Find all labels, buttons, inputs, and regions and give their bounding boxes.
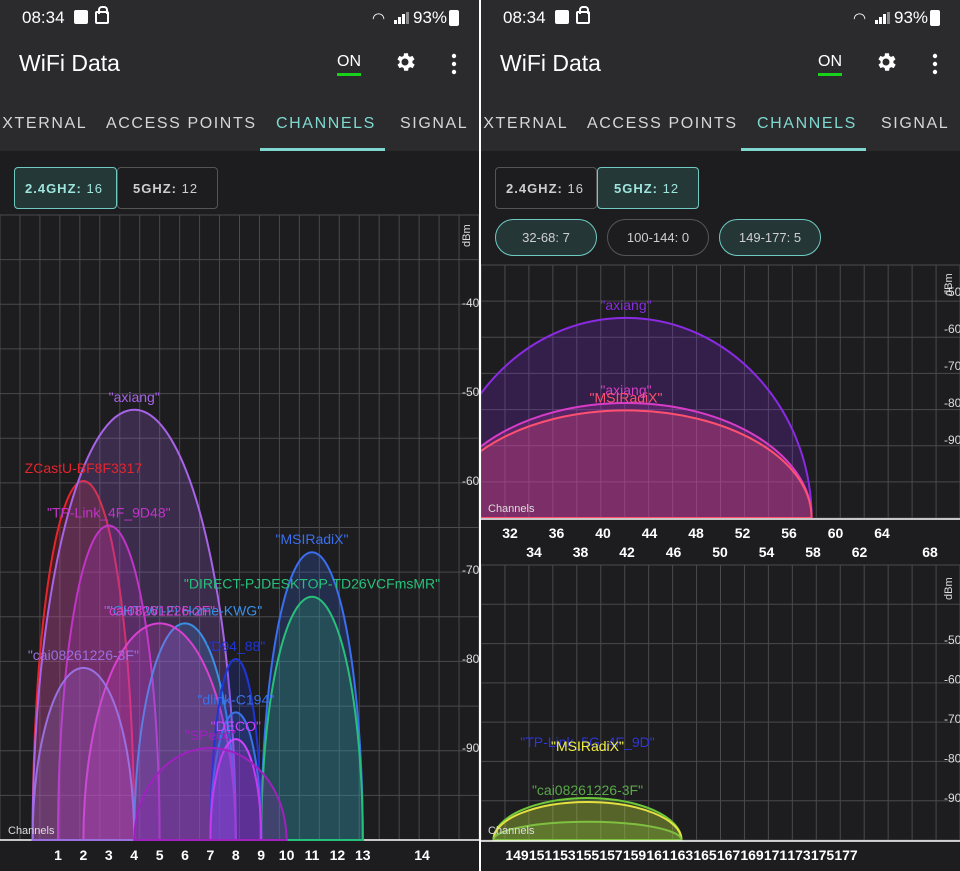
x-tick-label: 13 xyxy=(355,847,371,863)
x-tick-label: 171 xyxy=(764,847,788,863)
x-tick-label: 149 xyxy=(505,847,529,863)
x-tick-label: 159 xyxy=(623,847,647,863)
y-tick-label: -90 xyxy=(944,433,960,447)
network-ssid-label: "SPeco" xyxy=(185,727,236,743)
y-tick-label: -50 xyxy=(462,385,479,399)
x-tick-label: 155 xyxy=(576,847,600,863)
channels-axis-label: Channels xyxy=(488,503,535,515)
y-tick-label: -60 xyxy=(944,322,960,336)
x-tick-label: 38 xyxy=(573,544,589,560)
x-tick-label: 14 xyxy=(414,847,430,863)
x-tick-label: 165 xyxy=(693,847,717,863)
network-ssid-label: "cai08261226-3F" xyxy=(532,782,643,798)
x-tick-label: 1 xyxy=(54,847,62,863)
x-tick-label: 34 xyxy=(526,544,542,560)
x-tick-label: 62 xyxy=(852,544,868,560)
y-tick-label: -60 xyxy=(462,474,479,488)
x-tick-label: 50 xyxy=(712,544,728,560)
y-tick-label: -90 xyxy=(462,741,479,755)
x-tick-label: 11 xyxy=(305,847,320,863)
x-tick-label: 173 xyxy=(787,847,811,863)
x-tick-label: 52 xyxy=(735,525,751,541)
y-tick-label: -80 xyxy=(944,396,960,410)
y-tick-label: -70 xyxy=(944,359,960,373)
y-tick-label: -90 xyxy=(944,791,960,805)
network-ssid-label: "DIRECT-PJDESKTOP-TD26VCFmsMR" xyxy=(184,576,440,592)
x-tick-label: 175 xyxy=(811,847,835,863)
y-tick-label: -80 xyxy=(944,752,960,766)
y-tick-label: -50 xyxy=(944,285,960,299)
x-tick-label: 48 xyxy=(688,525,704,541)
network-ssid-label: "cai08261226-3F" xyxy=(28,647,139,663)
x-tick-label: 169 xyxy=(740,847,764,863)
network-ssid-label: "dlink-C194" xyxy=(197,691,274,707)
x-tick-label: 44 xyxy=(642,525,658,541)
x-tick-label: 6 xyxy=(181,847,189,863)
y-tick-label: -40 xyxy=(462,296,479,310)
network-ssid-label: "MSIRadiX" xyxy=(276,531,349,547)
x-tick-label: 2 xyxy=(80,847,88,863)
x-tick-label: 42 xyxy=(619,544,635,560)
network-ssid-label: "axiang" xyxy=(109,389,160,405)
x-tick-label: 5 xyxy=(156,847,164,863)
y-tick-label: -70 xyxy=(462,563,479,577)
x-tick-label: 161 xyxy=(646,847,670,863)
x-tick-label: 10 xyxy=(279,847,295,863)
x-tick-label: 60 xyxy=(828,525,844,541)
network-ssid-label: "axiang" xyxy=(600,297,651,313)
x-tick-label: 4 xyxy=(130,847,138,863)
x-tick-label: 163 xyxy=(670,847,694,863)
network-ssid-label: ZCastU-BF8F3317 xyxy=(25,460,143,476)
channels-axis-label: Channels xyxy=(8,825,55,837)
x-tick-label: 177 xyxy=(834,847,858,863)
left-screen: 08:34 ◠ 93% WiFi Data ON EXTERNAL ACCESS… xyxy=(0,0,479,871)
network-ssid-label: "MSIRadiX" xyxy=(551,738,624,754)
x-tick-label: 167 xyxy=(717,847,741,863)
x-tick-label: 54 xyxy=(759,544,775,560)
y-tick-label: -50 xyxy=(944,633,960,647)
network-ssid-label: "MSIRadiX" xyxy=(590,389,663,405)
channels-axis-label: Channels xyxy=(488,825,535,837)
x-tick-label: 8 xyxy=(232,847,240,863)
network-ssid-label: "cai08261226-2F" xyxy=(104,602,215,618)
x-tick-label: 58 xyxy=(805,544,821,560)
x-tick-label: 7 xyxy=(207,847,215,863)
y-axis-label: dBm xyxy=(943,577,955,600)
network-ssid-label: "TP-Link_4F_9D48" xyxy=(47,505,171,521)
x-tick-label: 153 xyxy=(552,847,576,863)
x-tick-label: 3 xyxy=(105,847,113,863)
x-tick-label: 9 xyxy=(257,847,265,863)
y-tick-label: -60 xyxy=(944,673,960,687)
x-tick-label: 12 xyxy=(330,847,346,863)
right-screen: 08:34 ◠ 93% WiFi Data ON EXTERNAL ACCESS… xyxy=(481,0,960,871)
y-axis-label: dBm xyxy=(461,224,473,247)
x-tick-label: 151 xyxy=(529,847,553,863)
x-tick-label: 64 xyxy=(874,525,890,541)
x-tick-label: 157 xyxy=(599,847,623,863)
x-tick-label: 46 xyxy=(666,544,682,560)
channel-graph-24ghz: dBm -40 -50 -60 -70 -80 -90 ZCastU-BF8F3317 "axi… xyxy=(0,214,479,871)
x-tick-label: 40 xyxy=(595,525,611,541)
x-tick-label: 36 xyxy=(549,525,565,541)
y-tick-label: -70 xyxy=(944,712,960,726)
x-tick-label: 68 xyxy=(922,544,938,560)
network-ssid-label: "D94_88" xyxy=(206,638,265,654)
x-tick-label: 56 xyxy=(781,525,797,541)
channel-graph-5ghz: dBm-50-60-70-80-90"axiang""axiang""MSIRa… xyxy=(481,264,960,871)
y-tick-label: -80 xyxy=(462,652,479,666)
x-tick-label: 32 xyxy=(502,525,518,541)
